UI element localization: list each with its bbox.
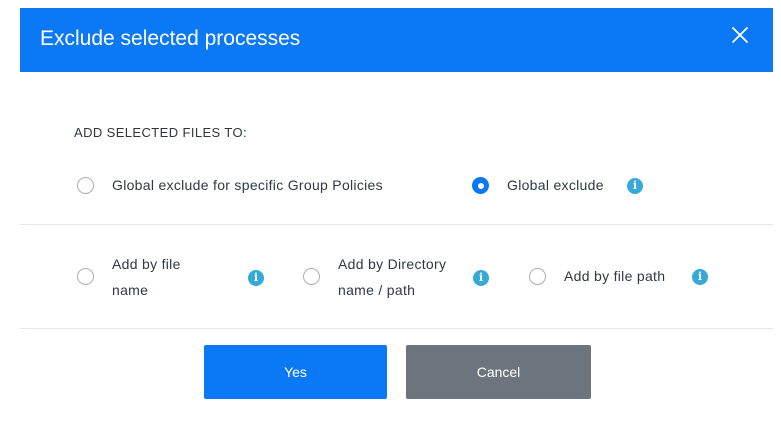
option-label-add-by-file-path: Add by file path <box>564 268 666 284</box>
option-label-add-by-directory: Add by Directory name / path <box>338 256 447 298</box>
info-icon[interactable]: i <box>248 270 264 286</box>
close-button[interactable] <box>726 21 754 49</box>
radio-global-exclude[interactable] <box>472 177 489 194</box>
section-label: ADD SELECTED FILES TO: <box>74 125 248 140</box>
info-icon[interactable]: i <box>627 178 643 194</box>
dialog-header: Exclude selected processes <box>20 8 773 72</box>
radio-add-by-directory[interactable] <box>303 268 320 285</box>
radio-add-by-file-name[interactable] <box>77 268 94 285</box>
close-icon <box>732 27 748 43</box>
radio-group-policies[interactable] <box>77 177 94 194</box>
yes-button[interactable]: Yes <box>204 345 387 399</box>
cancel-button[interactable]: Cancel <box>406 345 591 399</box>
dialog-title: Exclude selected processes <box>40 27 301 50</box>
option-label-global-exclude: Global exclude <box>507 177 604 193</box>
info-icon[interactable]: i <box>473 270 489 286</box>
option-label-group-policies: Global exclude for specific Group Polici… <box>112 177 383 193</box>
exclude-processes-dialog: Exclude selected processes ADD SELECTED … <box>20 8 773 418</box>
info-icon[interactable]: i <box>692 269 708 285</box>
radio-add-by-file-path[interactable] <box>529 268 546 285</box>
option-label-add-by-file-name: Add by file name <box>112 256 181 298</box>
divider <box>20 224 773 225</box>
divider <box>20 328 773 329</box>
